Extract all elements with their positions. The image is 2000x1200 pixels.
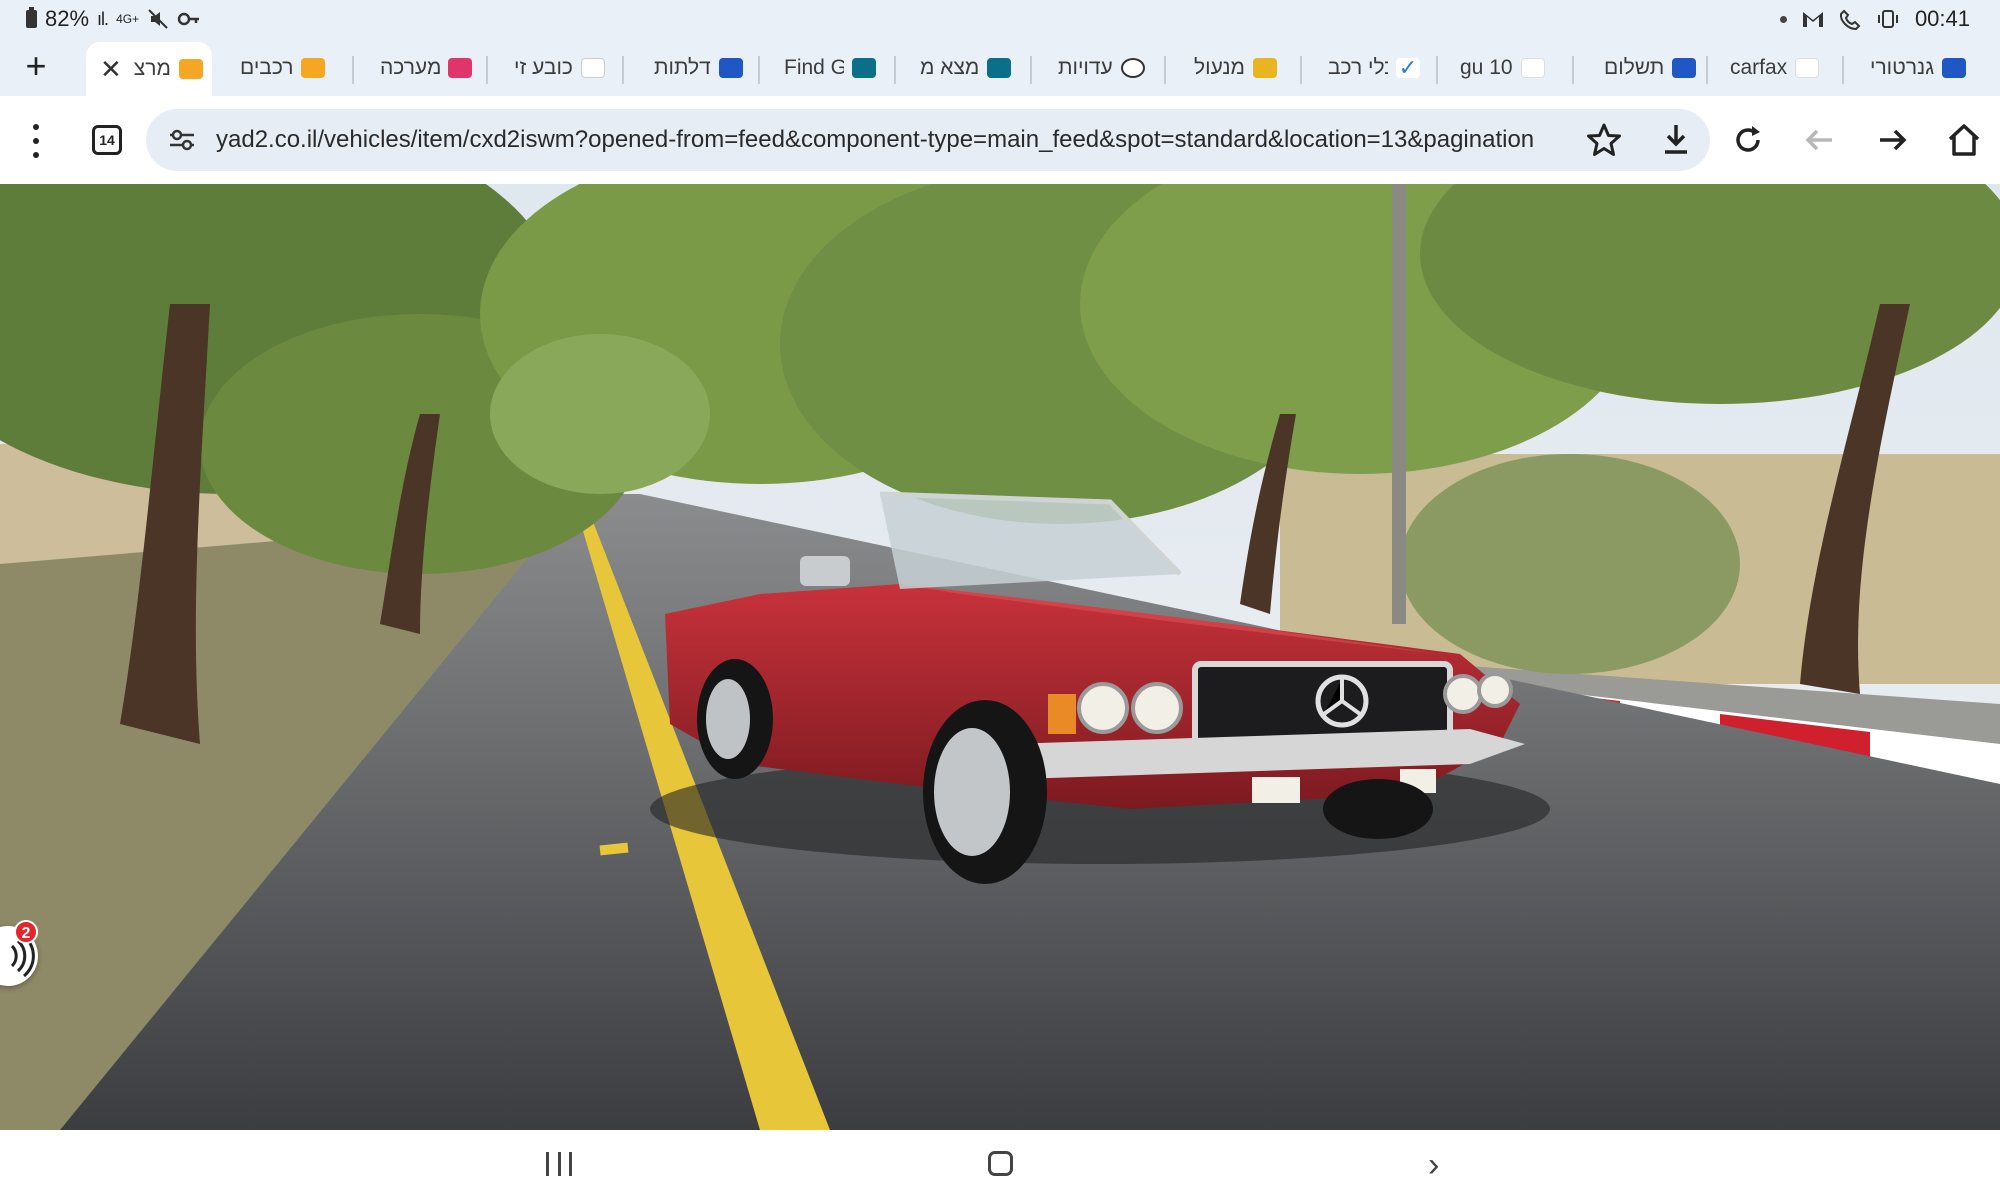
gmail-icon (1802, 12, 1823, 27)
clock: 00:41 (1914, 6, 1970, 31)
bookmark-star-icon[interactable] (1584, 120, 1624, 160)
tab-divider (1300, 56, 1302, 84)
tab-label: מנעול (1194, 56, 1245, 79)
vehicle-photo[interactable]: 2 (0, 184, 2000, 1130)
tab-label: כובע זי (514, 56, 573, 79)
tab-favicon-icon (1942, 58, 1967, 78)
tab-label: gu 10 (1460, 56, 1513, 79)
tab-label: מערכה (380, 56, 440, 79)
url-text[interactable]: yad2.co.il/vehicles/item/cxd2iswm?opened… (216, 109, 1706, 171)
site-settings-icon[interactable] (168, 128, 196, 152)
tab-favicon-icon (852, 58, 876, 78)
battery-level: 82% (45, 6, 90, 31)
browser-toolbar: 14 yad2.co.il/vehicles/item/cxd2iswm?ope… (0, 96, 2000, 184)
tab-active[interactable]: ✕ מרצ (86, 42, 212, 96)
new-tab-button[interactable]: + (18, 44, 54, 88)
tab[interactable]: כובע זי (506, 42, 606, 94)
menu-icon[interactable] (28, 124, 44, 158)
forward-arrow-icon[interactable] (1872, 120, 1912, 160)
tab-favicon-icon (448, 58, 472, 78)
tab[interactable]: Find G (776, 42, 876, 94)
tab-label: עדויות (1058, 56, 1113, 79)
tab-favicon-icon (580, 58, 605, 78)
home-icon[interactable] (1944, 120, 1984, 160)
tab-favicon-icon (301, 58, 326, 78)
tab-favicon-icon (1520, 58, 1545, 78)
mute-icon (148, 9, 168, 29)
tab-divider (1572, 56, 1574, 84)
back-button[interactable]: › (1428, 1146, 1439, 1185)
tab-favicon-icon (718, 58, 743, 78)
tab-favicon-icon: ✓ (1396, 57, 1420, 79)
tab-favicon-icon (1795, 58, 1820, 78)
tab[interactable]: מנעול (1186, 42, 1286, 94)
recent-apps-button[interactable] (546, 1152, 572, 1176)
tab-divider (352, 56, 354, 84)
tab-divider (622, 56, 624, 84)
tab[interactable]: רכבים (232, 42, 340, 94)
tab-divider (1436, 56, 1438, 84)
status-right: 00:41 (1779, 0, 1970, 38)
tab-favicon-icon (178, 59, 203, 79)
address-bar[interactable]: yad2.co.il/vehicles/item/cxd2iswm?opened… (146, 109, 1710, 171)
notification-dot-icon (1779, 15, 1787, 23)
tab-label: carfax (1730, 56, 1788, 79)
signal-icon: ıl. (97, 8, 109, 29)
tab-label: תשלום (1604, 56, 1664, 79)
tab-divider (1030, 56, 1032, 84)
vehicle-photo-image (0, 184, 2000, 1130)
back-arrow-icon[interactable] (1800, 120, 1840, 160)
tab-label: דלתות (654, 56, 711, 79)
tab[interactable]: מצא מ (912, 42, 1012, 94)
tab[interactable]: תשלום (1596, 42, 1696, 94)
tab-strip: + ✕ מרצ רכבים מערכה כובע זי דלתות Find G… (0, 38, 2000, 96)
tab[interactable]: עדויות (1050, 42, 1150, 94)
tab[interactable]: carfax (1722, 42, 1832, 94)
tab-divider (894, 56, 896, 84)
tab-label: מצא מ (920, 56, 980, 79)
reload-icon[interactable] (1728, 120, 1768, 160)
tab-divider (758, 56, 760, 84)
tab-favicon-icon (987, 58, 1012, 78)
tab-divider (1706, 56, 1708, 84)
status-bar: 82% ıl. 4G+ 00:41 (0, 0, 2000, 38)
tab-label: כלי רכב (1328, 56, 1388, 79)
tab-divider (486, 56, 488, 84)
system-navigation-bar: › (0, 1130, 2000, 1200)
tab[interactable]: כלי רכב ✓ (1320, 42, 1420, 94)
tab-label: גנרטורי (1870, 56, 1935, 79)
tab-divider (1164, 56, 1166, 84)
close-tab-icon[interactable]: ✕ (100, 54, 122, 85)
tab-divider (1842, 56, 1844, 84)
tab[interactable]: גנרטורי (1862, 42, 1992, 94)
network-type: 4G+ (116, 12, 140, 26)
tab-switcher-button[interactable]: 14 (92, 125, 122, 155)
tab-label: מרצ (133, 57, 171, 80)
tab-label: רכבים (240, 56, 294, 79)
tab-favicon-icon (1672, 58, 1696, 78)
download-icon[interactable] (1656, 120, 1696, 160)
battery-icon (26, 7, 37, 28)
tab[interactable]: מערכה (372, 42, 472, 94)
vpn-key-icon (177, 12, 200, 26)
tab-favicon-icon (1120, 58, 1145, 78)
missed-call-icon (1839, 9, 1861, 30)
tab-label: Find G (784, 56, 844, 79)
tab[interactable]: gu 10 (1452, 42, 1562, 94)
vibrate-icon (1877, 10, 1898, 28)
tab[interactable]: דלתות (646, 42, 746, 94)
status-left: 82% ıl. 4G+ (26, 0, 201, 38)
notification-badge: 2 (14, 920, 38, 944)
tab-favicon-icon (1252, 58, 1277, 78)
home-button[interactable] (988, 1151, 1013, 1176)
